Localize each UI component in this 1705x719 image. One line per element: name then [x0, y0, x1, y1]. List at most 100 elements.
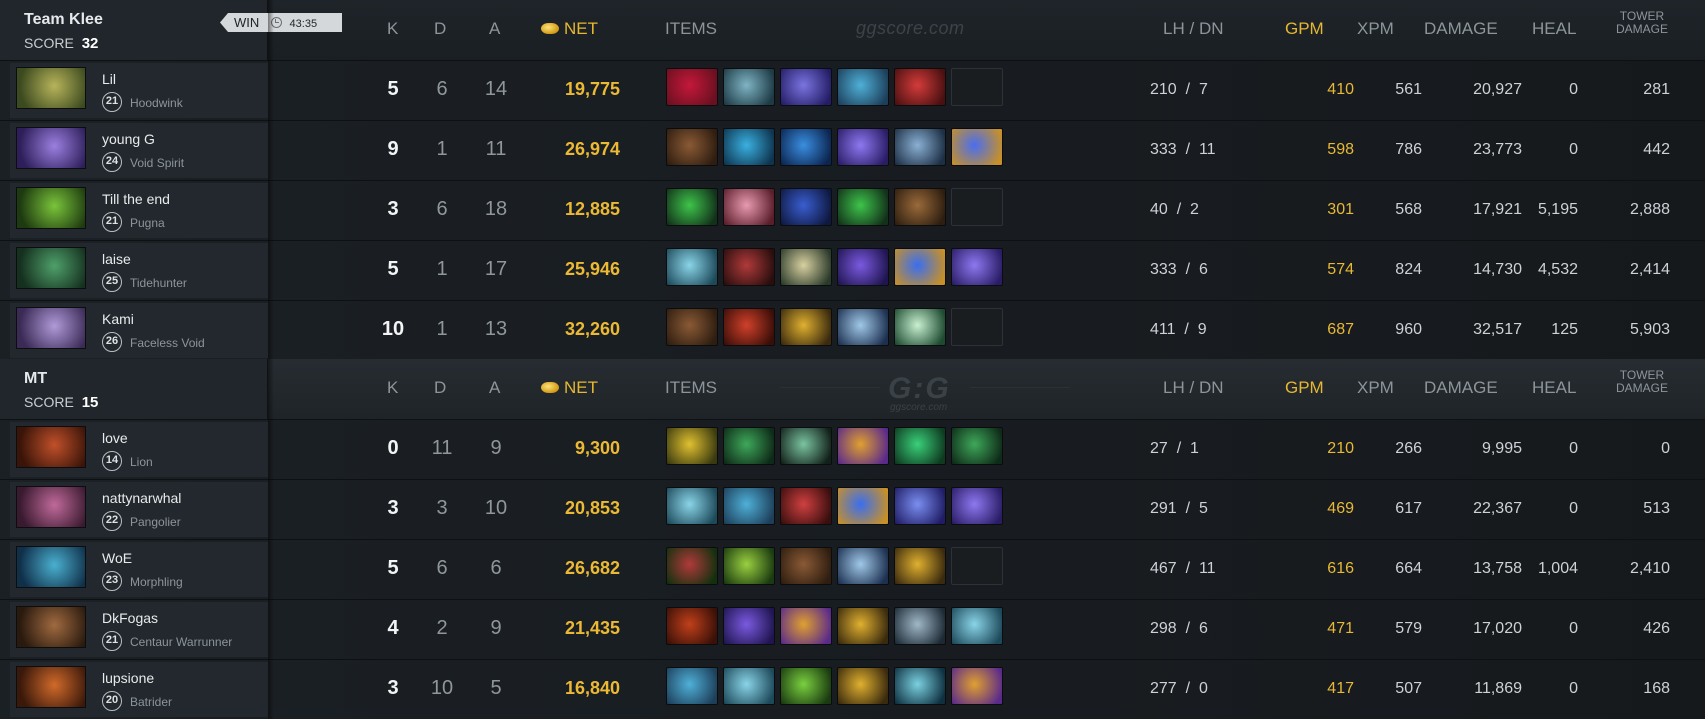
- player-name[interactable]: nattynarwhal: [102, 490, 181, 506]
- col-header-xpm[interactable]: XPM: [1357, 378, 1394, 398]
- team-name[interactable]: Team Klee: [24, 11, 103, 29]
- item-icon[interactable]: [894, 487, 946, 525]
- col-header-tower-damage[interactable]: TOWER DAMAGE: [1616, 10, 1668, 36]
- col-header-assists[interactable]: A: [489, 378, 500, 398]
- col-header-net[interactable]: NET: [541, 19, 598, 39]
- item-icon[interactable]: [666, 308, 718, 346]
- item-icon[interactable]: [837, 427, 889, 465]
- item-icon[interactable]: [894, 308, 946, 346]
- hero-portrait[interactable]: [16, 606, 86, 648]
- hero-portrait[interactable]: [16, 426, 86, 468]
- item-icon[interactable]: [723, 667, 775, 705]
- col-header-deaths[interactable]: D: [434, 19, 446, 39]
- item-icon[interactable]: [666, 547, 718, 585]
- hero-portrait[interactable]: [16, 546, 86, 588]
- item-icon[interactable]: [780, 308, 832, 346]
- item-icon[interactable]: [837, 128, 889, 166]
- item-icon[interactable]: [723, 308, 775, 346]
- player-name[interactable]: WoE: [102, 550, 132, 566]
- item-icon[interactable]: [894, 188, 946, 226]
- player-row[interactable]: nattynarwhal 22 Pangolier 3 3 10 20,853 291 / 5…: [0, 479, 1705, 539]
- player-row[interactable]: laise 25 Tidehunter 5 1 17 25,946 333 / 6 574 824…: [0, 240, 1705, 300]
- col-header-lh-dn[interactable]: LH / DN: [1163, 378, 1224, 398]
- col-header-kills[interactable]: K: [387, 19, 398, 39]
- item-icon[interactable]: [723, 547, 775, 585]
- player-row[interactable]: young G 24 Void Spirit 9 1 11 26,974 333 / 11 59…: [0, 120, 1705, 180]
- item-icon[interactable]: [723, 607, 775, 645]
- item-icon[interactable]: [894, 667, 946, 705]
- player-name[interactable]: love: [102, 430, 128, 446]
- hero-portrait[interactable]: [16, 187, 86, 229]
- item-icon[interactable]: [837, 248, 889, 286]
- player-name[interactable]: laise: [102, 251, 131, 267]
- hero-portrait[interactable]: [16, 307, 86, 349]
- item-icon[interactable]: [666, 188, 718, 226]
- player-card[interactable]: young G 24 Void Spirit: [10, 123, 268, 178]
- item-icon[interactable]: [780, 128, 832, 166]
- item-icon[interactable]: [951, 607, 1003, 645]
- player-card[interactable]: Till the end 21 Pugna: [10, 183, 268, 238]
- col-header-kills[interactable]: K: [387, 378, 398, 398]
- item-icon[interactable]: [780, 188, 832, 226]
- item-icon[interactable]: [723, 188, 775, 226]
- hero-portrait[interactable]: [16, 67, 86, 109]
- player-row[interactable]: love 14 Lion 0 11 9 9,300 27 / 1 210 266 9,995 0 0: [0, 419, 1705, 479]
- item-icon[interactable]: [837, 667, 889, 705]
- player-card[interactable]: laise 25 Tidehunter: [10, 243, 268, 298]
- col-header-deaths[interactable]: D: [434, 378, 446, 398]
- hero-portrait[interactable]: [16, 247, 86, 289]
- item-icon[interactable]: [894, 68, 946, 106]
- hero-portrait[interactable]: [16, 486, 86, 528]
- item-icon[interactable]: [666, 68, 718, 106]
- item-icon[interactable]: [837, 607, 889, 645]
- item-icon[interactable]: [837, 308, 889, 346]
- item-icon[interactable]: [951, 667, 1003, 705]
- player-row[interactable]: DkFogas 21 Centaur Warrunner 4 2 9 21,435 298 /…: [0, 599, 1705, 659]
- item-icon[interactable]: [951, 427, 1003, 465]
- item-icon[interactable]: [666, 667, 718, 705]
- item-icon[interactable]: [894, 547, 946, 585]
- hero-portrait[interactable]: [16, 666, 86, 708]
- player-row[interactable]: WoE 23 Morphling 5 6 6 26,682 467 / 11 616 664 13,…: [0, 539, 1705, 599]
- player-card[interactable]: DkFogas 21 Centaur Warrunner: [10, 602, 268, 657]
- player-name[interactable]: Lil: [102, 71, 116, 87]
- player-name[interactable]: lupsione: [102, 670, 154, 686]
- player-card[interactable]: Kami 26 Faceless Void: [10, 303, 268, 358]
- item-icon[interactable]: [894, 128, 946, 166]
- player-card[interactable]: lupsione 20 Batrider: [10, 662, 268, 717]
- item-icon[interactable]: [666, 487, 718, 525]
- col-header-xpm[interactable]: XPM: [1357, 19, 1394, 39]
- item-icon[interactable]: [951, 128, 1003, 166]
- hero-portrait[interactable]: [16, 127, 86, 169]
- col-header-damage[interactable]: DAMAGE: [1424, 19, 1498, 39]
- item-icon[interactable]: [780, 547, 832, 585]
- item-icon[interactable]: [837, 188, 889, 226]
- item-icon[interactable]: [780, 68, 832, 106]
- item-icon[interactable]: [666, 427, 718, 465]
- player-card[interactable]: nattynarwhal 22 Pangolier: [10, 482, 268, 537]
- col-header-net[interactable]: NET: [541, 378, 598, 398]
- player-name[interactable]: young G: [102, 131, 155, 147]
- player-name[interactable]: Kami: [102, 311, 134, 327]
- col-header-damage[interactable]: DAMAGE: [1424, 378, 1498, 398]
- item-icon[interactable]: [837, 68, 889, 106]
- item-icon[interactable]: [951, 248, 1003, 286]
- item-icon[interactable]: [780, 607, 832, 645]
- item-icon[interactable]: [666, 128, 718, 166]
- item-icon[interactable]: [837, 487, 889, 525]
- team-name[interactable]: MT: [24, 370, 47, 388]
- item-icon[interactable]: [780, 248, 832, 286]
- player-card[interactable]: WoE 23 Morphling: [10, 542, 268, 597]
- player-row[interactable]: Till the end 21 Pugna 3 6 18 12,885 40 / 2 301 56…: [0, 180, 1705, 240]
- col-header-assists[interactable]: A: [489, 19, 500, 39]
- item-icon[interactable]: [723, 248, 775, 286]
- player-name[interactable]: Till the end: [102, 191, 170, 207]
- item-icon[interactable]: [723, 427, 775, 465]
- item-icon[interactable]: [666, 607, 718, 645]
- col-header-tower-damage[interactable]: TOWER DAMAGE: [1616, 369, 1668, 395]
- player-name[interactable]: DkFogas: [102, 610, 158, 626]
- player-card[interactable]: love 14 Lion: [10, 422, 268, 477]
- player-card[interactable]: Lil 21 Hoodwink: [10, 63, 268, 118]
- item-icon[interactable]: [780, 427, 832, 465]
- item-icon[interactable]: [951, 487, 1003, 525]
